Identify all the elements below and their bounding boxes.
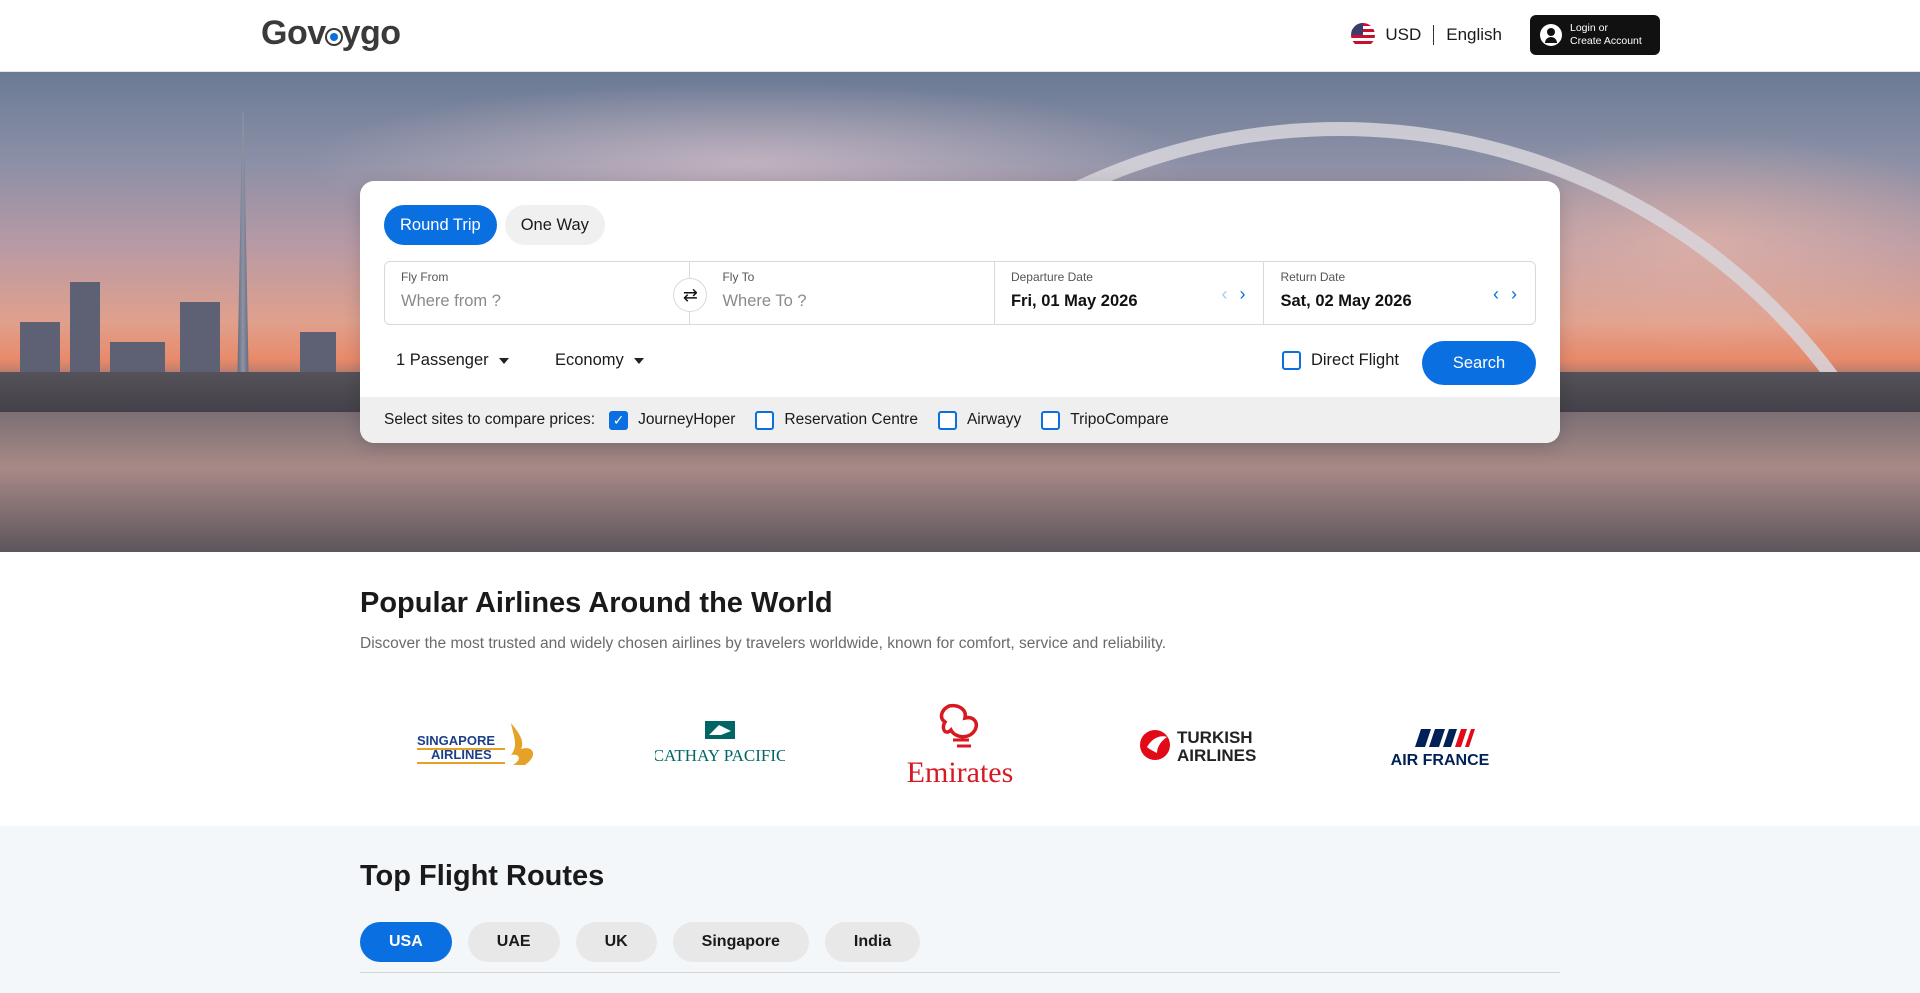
fly-from-label: Fly From — [401, 270, 449, 284]
logo-text-2: ygo — [341, 14, 401, 52]
route-country-tabs: USA UAE UK Singapore India — [360, 922, 921, 962]
currency-selector[interactable]: USD — [1385, 25, 1421, 45]
us-flag-icon[interactable] — [1351, 23, 1376, 47]
trip-type-tabs: Round Trip One Way — [384, 205, 605, 245]
singapore-airlines-logo: SINGAPORE AIRLINES — [417, 723, 534, 765]
compare-site-tripocompare[interactable]: TripoCompare — [1041, 410, 1169, 430]
compare-site-label: TripoCompare — [1070, 411, 1169, 428]
logo-text-1: Gov — [261, 14, 326, 52]
airline-logos: SINGAPORE AIRLINES CATHAY PACIFIC Emirat… — [360, 700, 1560, 790]
flight-search-card: Round Trip One Way Fly From Where from ?… — [360, 181, 1560, 443]
tab-uk[interactable]: UK — [575, 922, 657, 962]
return-date-arrows: ‹ › — [1493, 284, 1517, 305]
turkish-airlines-logo: TURKISH AIRLINES — [1140, 728, 1256, 765]
checkbox[interactable] — [755, 410, 775, 430]
login-label: Login or Create Account — [1570, 22, 1642, 48]
fly-to-input[interactable]: Where To ? — [722, 292, 977, 311]
departure-date-field[interactable]: Departure Date Fri, 01 May 2026 ‹ › — [995, 262, 1265, 324]
departure-date-label: Departure Date — [1010, 270, 1093, 284]
airlines-section-title: Popular Airlines Around the World — [360, 587, 833, 619]
compare-site-airwayy[interactable]: Airwayy — [937, 410, 1022, 430]
departure-date-value[interactable]: Fri, 01 May 2026 — [1011, 292, 1248, 311]
fly-to-label: Fly To — [722, 270, 755, 284]
chevron-right-icon[interactable]: › — [1239, 284, 1245, 305]
cathay-logo-text: CATHAY PACIFIC — [655, 746, 785, 765]
compare-site-reservation-centre[interactable]: Reservation Centre — [755, 410, 918, 430]
logo[interactable]: Gov ygo — [261, 14, 401, 53]
site-header: Gov ygo USD English Login or Create Accou… — [0, 0, 1920, 72]
fly-to-field[interactable]: Fly To Where To ? — [690, 262, 995, 324]
map-pin-icon — [326, 29, 341, 44]
compare-label: Select sites to compare prices: — [384, 411, 596, 428]
checkbox-checked-icon[interactable]: ✓ — [609, 410, 629, 430]
singapore-logo-line1: SINGAPORE — [417, 733, 495, 748]
airline-logo-emirates[interactable]: Emirates — [840, 700, 1080, 790]
departure-date-arrows: ‹ › — [1221, 284, 1245, 305]
user-icon — [1540, 24, 1562, 46]
turkish-logo-line2: AIRLINES — [1177, 746, 1256, 765]
tab-round-trip[interactable]: Round Trip — [384, 205, 497, 245]
search-options: 1 Passenger Economy Direct Flight Search — [384, 341, 1536, 385]
tab-one-way[interactable]: One Way — [504, 205, 605, 245]
airlines-section-subtitle: Discover the most trusted and widely cho… — [360, 635, 1167, 652]
compare-site-journeyhoper[interactable]: ✓ JourneyHoper — [609, 410, 736, 430]
language-selector[interactable]: English — [1446, 25, 1502, 45]
login-line-2: Create Account — [1570, 35, 1642, 47]
emirates-logo-text: Emirates — [907, 756, 1014, 789]
fly-from-field[interactable]: Fly From Where from ? ⇄ — [385, 262, 708, 324]
routes-section-title: Top Flight Routes — [360, 860, 605, 892]
cathay-pacific-logo: CATHAY PACIFIC — [655, 721, 785, 765]
tab-usa[interactable]: USA — [360, 922, 452, 962]
chevron-left-icon[interactable]: ‹ — [1493, 284, 1499, 305]
return-date-field[interactable]: Return Date Sat, 02 May 2026 ‹ › — [1264, 262, 1535, 324]
airline-logo-singapore[interactable]: SINGAPORE AIRLINES — [360, 700, 600, 790]
top-routes-section: Top Flight Routes USA UAE UK Singapore I… — [0, 826, 1920, 993]
air-france-logo: AIR FRANCE — [1391, 729, 1490, 769]
airline-logo-turkish[interactable]: TURKISH AIRLINES — [1080, 700, 1320, 790]
checkbox[interactable] — [937, 410, 957, 430]
compare-site-label: Airwayy — [966, 411, 1022, 428]
compare-sites-bar: Select sites to compare prices: ✓ Journe… — [360, 397, 1560, 443]
return-date-value[interactable]: Sat, 02 May 2026 — [1280, 292, 1519, 311]
tab-singapore[interactable]: Singapore — [672, 922, 809, 962]
divider — [1433, 25, 1435, 45]
caret-down-icon — [633, 357, 644, 364]
passenger-value: 1 Passenger — [396, 351, 489, 369]
login-button[interactable]: Login or Create Account — [1530, 15, 1660, 55]
fly-from-input[interactable]: Where from ? — [401, 292, 673, 311]
compare-site-label: JourneyHoper — [638, 411, 736, 428]
search-button[interactable]: Search — [1422, 341, 1536, 385]
chevron-right-icon[interactable]: › — [1511, 284, 1517, 305]
air-france-logo-text: AIR FRANCE — [1391, 752, 1490, 769]
direct-flight-toggle[interactable]: Direct Flight — [1281, 351, 1399, 370]
return-date-label: Return Date — [1280, 270, 1346, 284]
emirates-logo: Emirates — [907, 703, 1014, 789]
chevron-left-icon[interactable]: ‹ — [1221, 284, 1227, 305]
search-fields: Fly From Where from ? ⇄ Fly To Where To … — [384, 261, 1536, 325]
cabin-class-dropdown[interactable]: Economy — [555, 351, 644, 370]
cabin-class-value: Economy — [555, 351, 624, 369]
caret-down-icon — [498, 357, 509, 364]
airline-logo-cathay[interactable]: CATHAY PACIFIC — [600, 700, 840, 790]
direct-flight-checkbox[interactable] — [1281, 351, 1301, 370]
login-line-1: Login or — [1570, 22, 1608, 34]
tab-uae[interactable]: UAE — [467, 922, 560, 962]
direct-flight-label: Direct Flight — [1310, 351, 1399, 369]
divider — [360, 972, 1560, 973]
compare-site-label: Reservation Centre — [784, 411, 918, 428]
checkbox[interactable] — [1041, 410, 1061, 430]
passenger-dropdown[interactable]: 1 Passenger — [396, 351, 509, 370]
header-actions: USD English Login or Create Account — [1351, 15, 1660, 55]
turkish-logo-line1: TURKISH — [1177, 728, 1253, 747]
tab-india[interactable]: India — [824, 922, 921, 962]
airline-logo-airfrance[interactable]: AIR FRANCE — [1320, 700, 1560, 790]
